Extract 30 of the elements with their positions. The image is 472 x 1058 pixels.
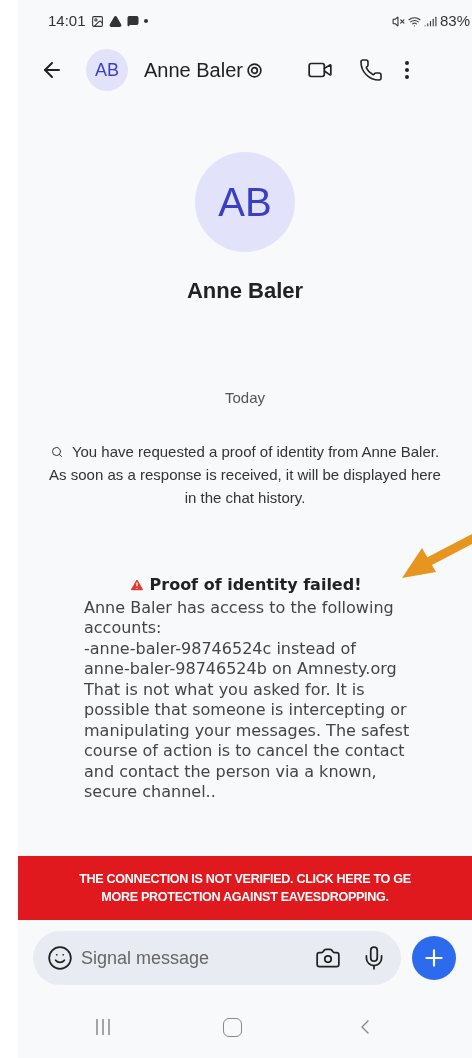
alert-icon (128, 576, 145, 593)
status-time: 14:01 (48, 10, 86, 31)
contact-avatar[interactable]: AB (86, 49, 128, 91)
add-button[interactable] (412, 936, 456, 980)
battery-level: 83% (439, 10, 470, 31)
voice-call-button[interactable] (358, 58, 383, 82)
message-icon (126, 15, 139, 27)
warning-icon (108, 14, 122, 28)
warning-banner[interactable]: THE CONNECTION IS NOT VERIFIED. CLICK HERE TO GE MORE PROTECTION AGAINST EAVESDROPPING. (18, 856, 472, 920)
image-icon (90, 14, 104, 28)
profile-avatar: AB (195, 152, 295, 252)
wifi-icon (407, 14, 421, 28)
contact-name[interactable]: Anne Baler (144, 55, 243, 85)
signal-icon (423, 14, 437, 28)
alert-text: -anne-baler-98746524c instead of (84, 638, 358, 659)
camera-icon[interactable] (315, 945, 341, 971)
alert-text: That is not what you asked for. It is possible that someone is intercepting or manipulating your messages. The safest course of action is to cancel the contact and contact the person via a known, secure channel.. (84, 679, 411, 803)
message-input[interactable]: Signal message (81, 944, 315, 972)
date-divider: Today (225, 388, 265, 408)
verified-icon (245, 61, 263, 79)
emoji-icon[interactable] (47, 945, 73, 971)
mute-icon (391, 14, 405, 28)
home-icon[interactable] (222, 1017, 242, 1037)
profile-name: Anne Baler (186, 277, 304, 305)
info-message: You have requested a proof of identity from Anne Baler. As soon as a response is received, it will be displayed here in the chat history. (48, 441, 442, 508)
search-icon (50, 445, 63, 458)
alert-text: anne-baler-98746524b on Amnesty.org (84, 659, 398, 680)
alert-text: Anne Baler has access to the following accounts: (84, 597, 395, 639)
message-field[interactable]: Signal message (33, 931, 401, 985)
alert-title: Proof of identity failed! (149, 573, 362, 596)
